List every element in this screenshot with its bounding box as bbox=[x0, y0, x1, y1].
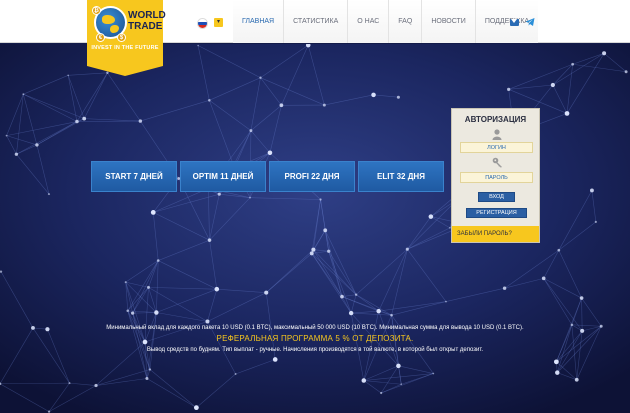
deposit-info-text: Минимальный вклад для каждого пакета 10 … bbox=[106, 325, 524, 331]
user-icon bbox=[492, 129, 502, 140]
language-dropdown-button[interactable]: ▾ bbox=[214, 18, 223, 27]
auth-title: АВТОРИЗАЦИЯ bbox=[464, 115, 527, 124]
forgot-password-link[interactable]: ЗАБЫЛИ ПАРОЛЬ? bbox=[452, 226, 539, 242]
euro-coin-icon: € bbox=[96, 33, 105, 42]
auth-panel: АВТОРИЗАЦИЯ ВХОД РЕГИСТРАЦИЯ ЗАБЫЛИ ПАРО… bbox=[451, 108, 540, 243]
referral-text: РЕФЕРАЛЬНАЯ ПРОГРАММА 5 % ОТ ДЕПОЗИТА. bbox=[216, 334, 414, 343]
dollar-coin-icon: $ bbox=[117, 33, 126, 42]
nav-item-faq[interactable]: FAQ bbox=[389, 0, 423, 43]
mail-icon[interactable] bbox=[510, 19, 519, 26]
nav-item-home[interactable]: ГЛАВНАЯ bbox=[233, 0, 285, 43]
withdrawal-info-text: Вывод средств по будням. Тип выплат - ру… bbox=[146, 347, 484, 353]
key-icon bbox=[492, 157, 502, 168]
russia-flag-icon[interactable] bbox=[197, 18, 208, 29]
register-button[interactable]: РЕГИСТРАЦИЯ bbox=[466, 208, 527, 218]
login-button[interactable]: ВХОД bbox=[478, 192, 515, 202]
plan-optim-button[interactable]: OPTIM 11 ДНЕЙ bbox=[180, 161, 266, 192]
plan-elit-button[interactable]: ELIT 32 ДНЯ bbox=[358, 161, 444, 192]
nav-item-statistics[interactable]: СТАТИСТИКА bbox=[284, 0, 349, 43]
main-nav: ГЛАВНАЯ СТАТИСТИКА О НАС FAQ НОВОСТИ ПОД… bbox=[233, 0, 539, 43]
password-input[interactable] bbox=[460, 172, 533, 183]
bitcoin-coin-icon: ₿ bbox=[92, 6, 101, 15]
plan-profi-button[interactable]: PROFI 22 ДНЯ bbox=[269, 161, 355, 192]
logo-title: WORLD TRADE bbox=[128, 10, 166, 32]
login-input[interactable] bbox=[460, 142, 533, 153]
logo[interactable]: ₿ $ € WORLD TRADE INVEST IN THE FUTURE bbox=[87, 0, 166, 76]
nav-item-about[interactable]: О НАС bbox=[348, 0, 390, 43]
plan-start-button[interactable]: START 7 ДНЕЙ bbox=[91, 161, 177, 192]
nav-item-news[interactable]: НОВОСТИ bbox=[422, 0, 476, 43]
logo-tagline: INVEST IN THE FUTURE bbox=[91, 45, 159, 51]
telegram-icon[interactable] bbox=[525, 17, 535, 27]
